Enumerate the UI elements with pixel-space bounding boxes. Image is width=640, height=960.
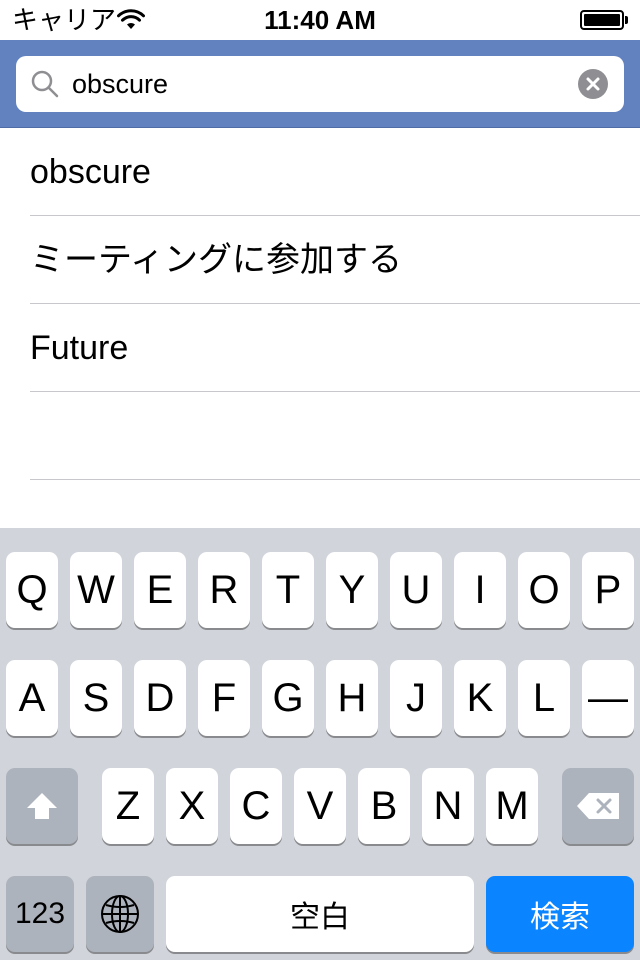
key-w[interactable]: W	[70, 552, 122, 628]
clear-icon	[586, 77, 600, 91]
key-r[interactable]: R	[198, 552, 250, 628]
suggestion-label: ミーティングに参加する	[30, 241, 402, 279]
key-f[interactable]: F	[198, 660, 250, 736]
status-bar: キャリア 11:40 AM	[0, 0, 640, 40]
key-i[interactable]: I	[454, 552, 506, 628]
battery-tip	[625, 16, 628, 24]
key-j[interactable]: J	[390, 660, 442, 736]
key-u[interactable]: U	[390, 552, 442, 628]
globe-icon	[101, 895, 139, 933]
key-dash[interactable]: —	[582, 660, 634, 736]
key-k[interactable]: K	[454, 660, 506, 736]
search-key[interactable]: 検索	[486, 876, 634, 952]
key-d[interactable]: D	[134, 660, 186, 736]
shift-key[interactable]	[6, 768, 78, 844]
suggestion-label: obscure	[30, 153, 151, 191]
suggestion-label: Future	[30, 329, 129, 367]
key-x[interactable]: X	[166, 768, 218, 844]
suggestion-list: obscure ミーティングに参加する Future	[0, 128, 640, 480]
search-input[interactable]: obscure	[16, 56, 624, 112]
key-a[interactable]: A	[6, 660, 58, 736]
key-y[interactable]: Y	[326, 552, 378, 628]
delete-key[interactable]	[562, 768, 634, 844]
suggestion-row[interactable]	[0, 392, 640, 480]
key-g[interactable]: G	[262, 660, 314, 736]
battery-icon	[580, 10, 624, 30]
battery-level	[584, 14, 620, 26]
search-bar: obscure	[0, 40, 640, 128]
keyboard: Q W E R T Y U I O P A S D F G H J K L — …	[0, 528, 640, 960]
key-o[interactable]: O	[518, 552, 570, 628]
key-t[interactable]: T	[262, 552, 314, 628]
key-c[interactable]: C	[230, 768, 282, 844]
row-separator	[30, 479, 640, 480]
status-time: 11:40 AM	[264, 5, 376, 35]
delete-icon	[577, 793, 619, 819]
suggestion-row[interactable]: obscure	[0, 128, 640, 216]
shift-icon	[27, 793, 57, 819]
space-key[interactable]: 空白	[166, 876, 474, 952]
key-p[interactable]: P	[582, 552, 634, 628]
key-h[interactable]: H	[326, 660, 378, 736]
key-e[interactable]: E	[134, 552, 186, 628]
globe-key[interactable]	[86, 876, 154, 952]
key-n[interactable]: N	[422, 768, 474, 844]
clear-button[interactable]	[578, 69, 608, 99]
key-b[interactable]: B	[358, 768, 410, 844]
suggestion-row[interactable]: ミーティングに参加する	[0, 216, 640, 304]
key-m[interactable]: M	[486, 768, 538, 844]
key-z[interactable]: Z	[102, 768, 154, 844]
numbers-key[interactable]: 123	[6, 876, 74, 952]
search-icon	[31, 70, 59, 98]
key-l[interactable]: L	[518, 660, 570, 736]
key-s[interactable]: S	[70, 660, 122, 736]
suggestion-row[interactable]: Future	[0, 304, 640, 392]
search-query[interactable]: obscure	[72, 56, 168, 112]
key-q[interactable]: Q	[6, 552, 58, 628]
key-v[interactable]: V	[294, 768, 346, 844]
